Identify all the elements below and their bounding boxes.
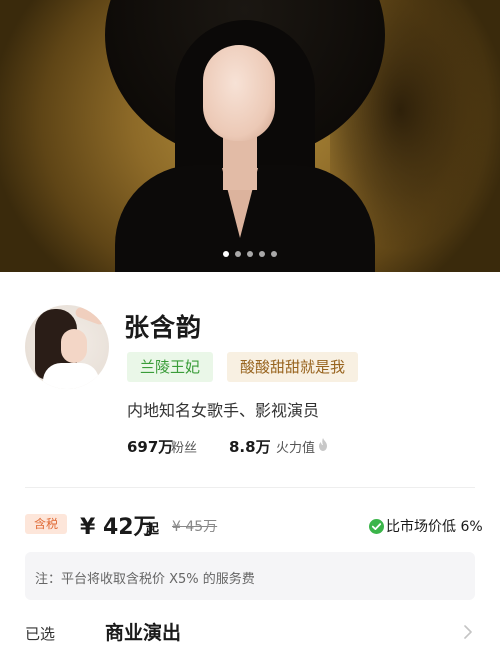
artist-description: 内地知名女歌手、影视演员 bbox=[127, 401, 320, 420]
hero-face bbox=[203, 45, 275, 141]
fans-label: 粉丝 bbox=[171, 441, 198, 456]
carousel-dot[interactable] bbox=[223, 251, 229, 257]
selected-option[interactable]: 商业演出 bbox=[105, 618, 181, 645]
market-compare: 比市场价低 6% bbox=[369, 516, 483, 536]
section-divider bbox=[25, 487, 475, 488]
tag-role: 兰陵王妃 bbox=[127, 352, 214, 382]
check-circle-icon bbox=[369, 519, 384, 534]
flame-icon bbox=[319, 438, 327, 451]
heat-value: 8.8万 bbox=[229, 438, 271, 456]
carousel-dot[interactable] bbox=[259, 251, 265, 257]
carousel-dot[interactable] bbox=[271, 251, 277, 257]
tag-song: 酸酸甜甜就是我 bbox=[227, 352, 359, 382]
original-price: ¥ 45万 bbox=[172, 519, 218, 535]
fans-count: 697万 bbox=[127, 438, 174, 456]
current-price: ¥ 42万 bbox=[80, 515, 156, 540]
avatar-face bbox=[61, 329, 87, 363]
carousel-indicator bbox=[0, 251, 500, 257]
avatar[interactable] bbox=[25, 305, 109, 389]
notice-text: 注：平台将收取含税价 X5% 的服务费 bbox=[35, 572, 255, 587]
market-compare-text: 比市场价低 6% bbox=[386, 519, 483, 535]
avatar-shirt bbox=[43, 363, 99, 389]
avatar-arm bbox=[74, 306, 106, 326]
tax-badge: 含税 bbox=[25, 514, 68, 534]
price-suffix: 起 bbox=[146, 522, 160, 537]
hero-banner[interactable] bbox=[0, 0, 500, 272]
chevron-right-icon[interactable] bbox=[464, 625, 472, 639]
artist-name: 张含韵 bbox=[124, 313, 203, 342]
carousel-dot[interactable] bbox=[247, 251, 253, 257]
heat-label: 火力值 bbox=[276, 441, 316, 456]
selected-label: 已选 bbox=[25, 625, 56, 643]
service-fee-notice: 注：平台将收取含税价 X5% 的服务费 bbox=[25, 552, 475, 600]
carousel-dot[interactable] bbox=[235, 251, 241, 257]
